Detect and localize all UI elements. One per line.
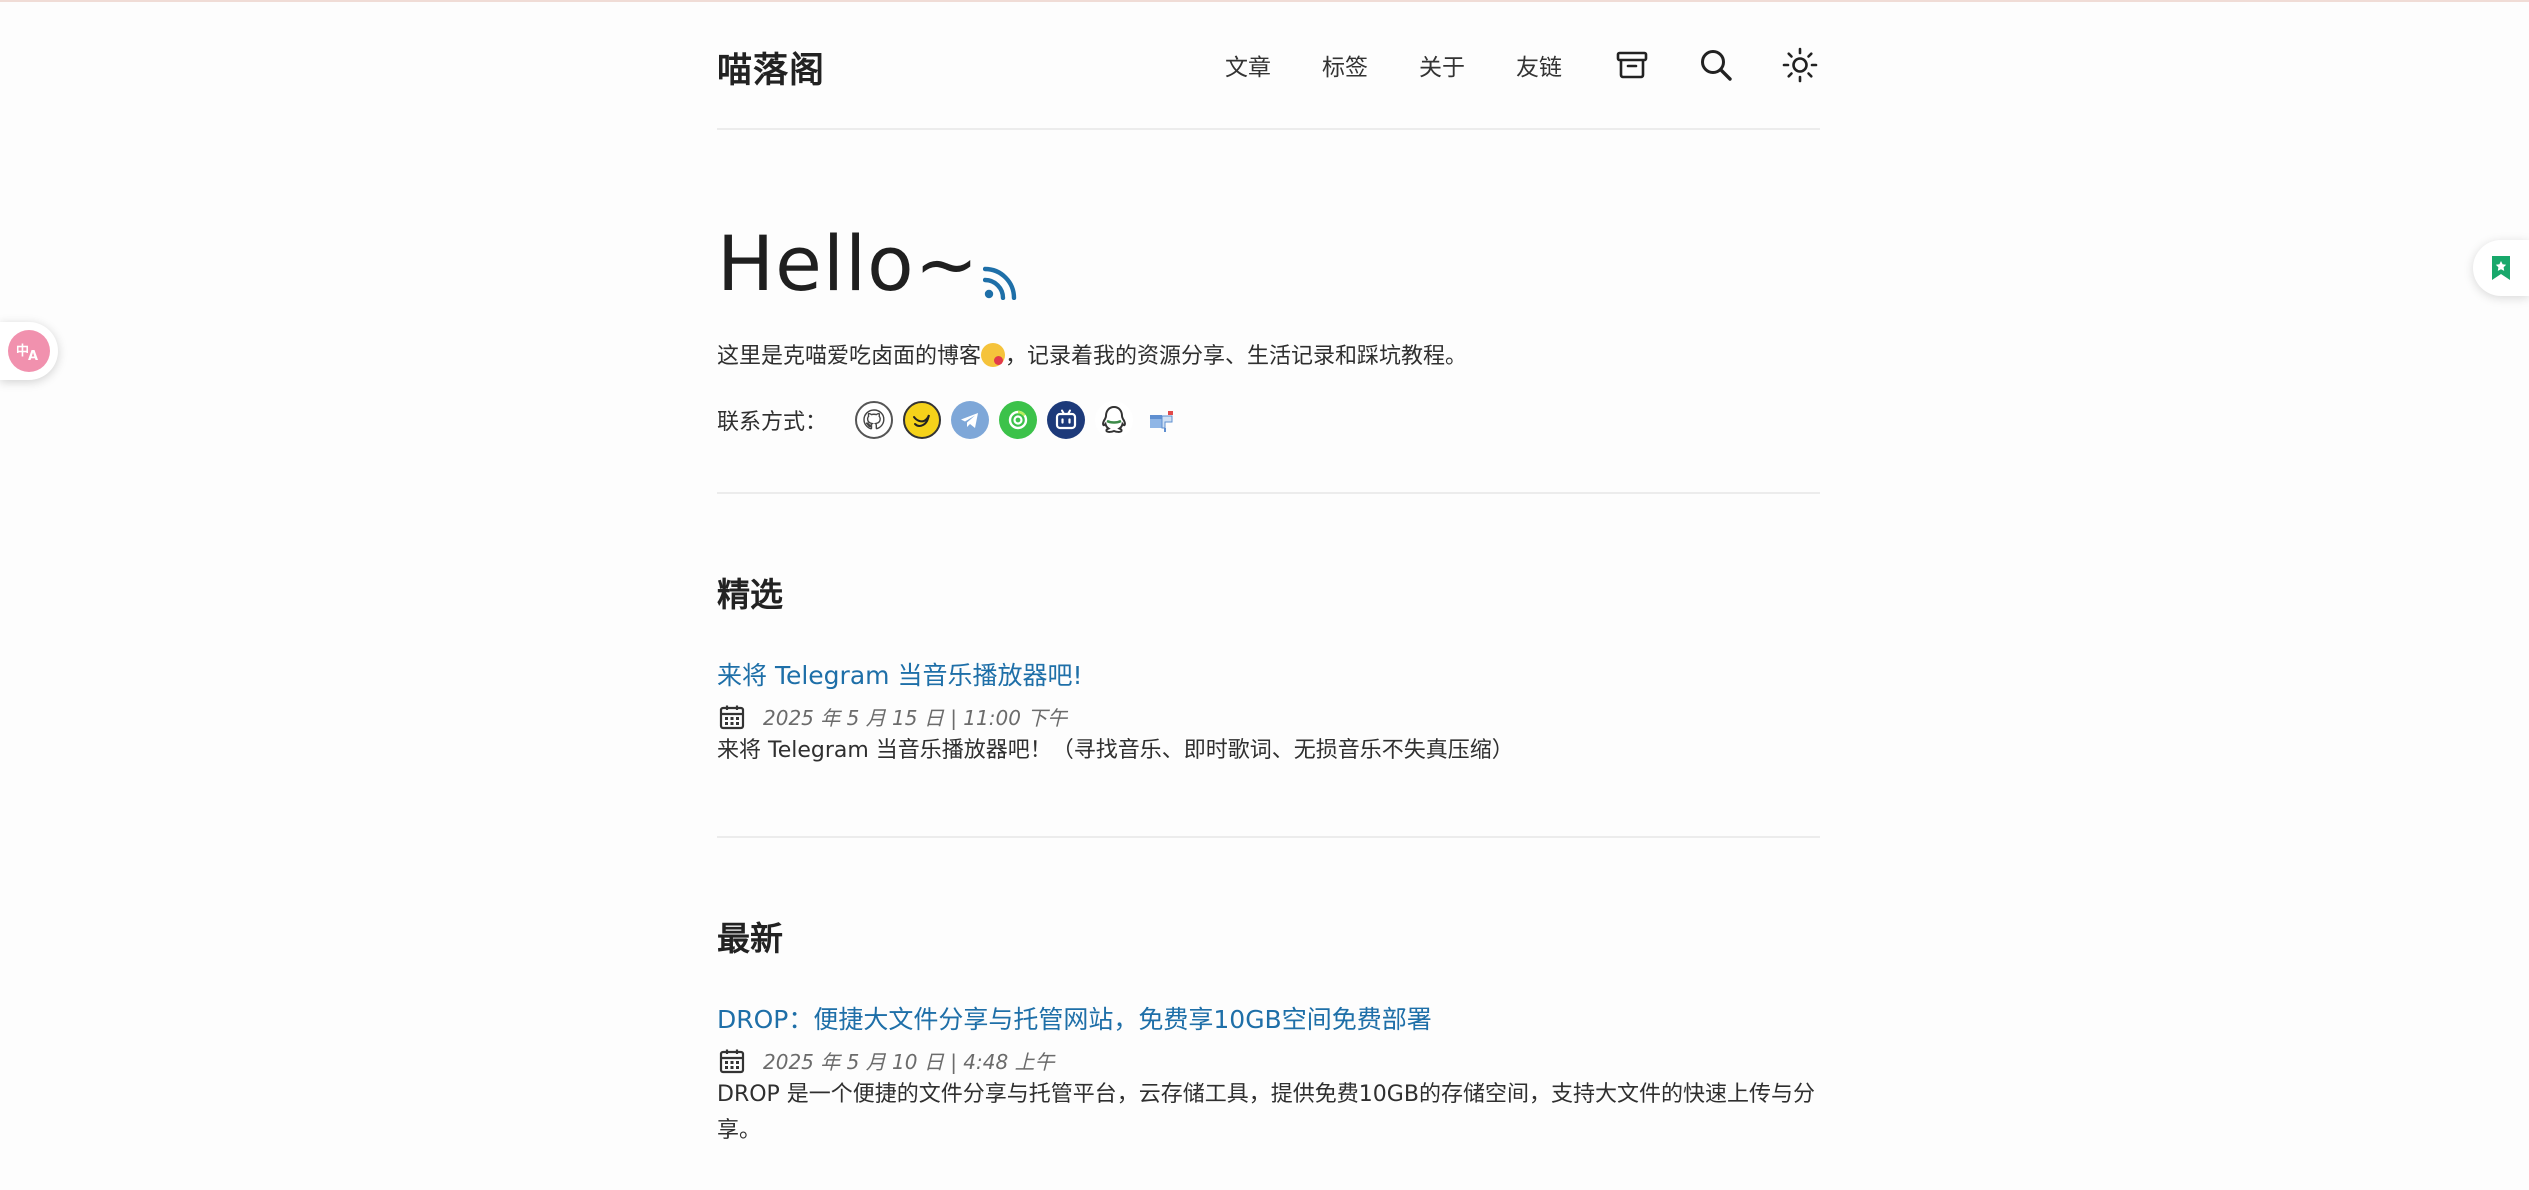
featured-post-date: 2025 年 5 月 15 日 | 11:00 下午 xyxy=(763,706,1068,730)
featured-post-description: 来将 Telegram 当音乐播放器吧！（寻找音乐、即时歌词、无损音乐不失真压缩… xyxy=(717,738,1514,763)
contact-label: 联系方式： xyxy=(717,409,828,435)
featured-post-title[interactable]: 来将 Telegram 当音乐播放器吧! xyxy=(717,656,1820,692)
latest-post: DROP：便捷大文件分享与托管网站，免费享10GB空间免费部署 2025 年 5… xyxy=(717,1000,1820,1150)
bookmark-button[interactable] xyxy=(2473,240,2529,296)
svg-text:A: A xyxy=(28,349,38,363)
latest-post-meta: 2025 年 5 月 10 日 | 4:48 上午 xyxy=(717,1046,1820,1075)
latest-heading: 最新 xyxy=(717,919,783,958)
telegram-icon[interactable] xyxy=(951,400,990,439)
site-header: 喵落阁 文章 标签 关于 友链 xyxy=(717,0,1820,130)
qq-icon[interactable] xyxy=(1095,400,1134,439)
bird-icon[interactable] xyxy=(903,400,942,439)
translate-button[interactable]: 中 A xyxy=(0,322,58,380)
latest-post-description: DROP 是一个便捷的文件分享与托管平台，云存储工具，提供免费10GB的存储空间… xyxy=(717,1082,1815,1144)
nav-tags[interactable]: 标签 xyxy=(1322,48,1368,82)
hero-title-text: Hello~ xyxy=(717,219,980,308)
hero-description: 这里是克喵爱吃卤面的博客 ，记录着我的资源分享、生活记录和踩坑教程。 xyxy=(717,342,1820,373)
hero-desc-text-1: 这里是克喵爱吃卤面的博客 xyxy=(717,344,982,369)
latest-section: 最新 DROP：便捷大文件分享与托管网站，免费享10GB空间免费部署 2025 … xyxy=(717,838,1820,1150)
page-container: 喵落阁 文章 标签 关于 友链 Hello~ 这里是克喵爱吃卤面的博客 ，记录着… xyxy=(717,0,1820,1150)
bilibili-icon[interactable] xyxy=(1047,400,1086,439)
green-swirl-icon[interactable] xyxy=(999,400,1038,439)
featured-post: 来将 Telegram 当音乐播放器吧! 2025 年 5 月 15 日 | 1… xyxy=(717,656,1820,769)
search-icon[interactable] xyxy=(1696,45,1736,85)
hero-title: Hello~ xyxy=(717,226,1820,302)
featured-heading: 精选 xyxy=(717,575,783,614)
latest-post-date: 2025 年 5 月 10 日 | 4:48 上午 xyxy=(763,1050,1055,1074)
contact-row: 联系方式： xyxy=(717,400,1820,439)
latest-post-title[interactable]: DROP：便捷大文件分享与托管网站，免费享10GB空间免费部署 xyxy=(717,1000,1820,1036)
kiss-emoji-icon xyxy=(981,343,1006,367)
bookmark-icon xyxy=(2492,256,2510,280)
calendar-icon xyxy=(719,705,745,729)
featured-post-meta: 2025 年 5 月 15 日 | 11:00 下午 xyxy=(717,702,1820,731)
github-icon[interactable] xyxy=(855,400,894,439)
site-title[interactable]: 喵落阁 xyxy=(717,42,825,93)
nav-friends[interactable]: 友链 xyxy=(1516,48,1562,82)
rss-icon[interactable] xyxy=(983,266,1017,300)
nav-articles[interactable]: 文章 xyxy=(1225,48,1271,82)
sun-icon[interactable] xyxy=(1780,45,1820,85)
featured-section: 精选 来将 Telegram 当音乐播放器吧! 2025 年 5 月 15 日 … xyxy=(717,494,1820,838)
mail-icon[interactable] xyxy=(1143,401,1181,439)
nav-about[interactable]: 关于 xyxy=(1419,48,1465,82)
translate-icon: 中 A xyxy=(8,330,50,372)
hero-section: Hello~ 这里是克喵爱吃卤面的博客 ，记录着我的资源分享、生活记录和踩坑教程。… xyxy=(717,130,1820,494)
archive-icon[interactable] xyxy=(1612,45,1652,85)
main-nav: 文章 标签 关于 友链 xyxy=(1225,40,1820,90)
hero-desc-text-2: ，记录着我的资源分享、生活记录和踩坑教程。 xyxy=(1005,344,1468,369)
calendar-icon xyxy=(719,1049,745,1073)
